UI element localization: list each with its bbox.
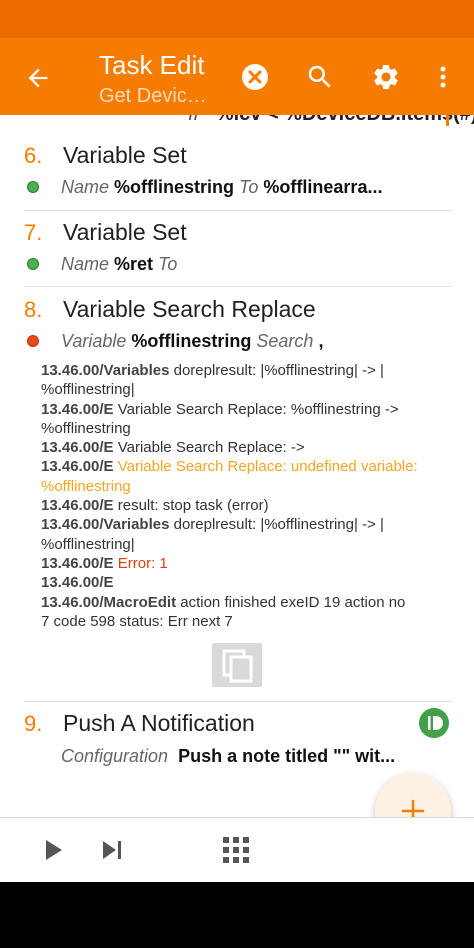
action-list[interactable]: If %lcv < %DeviceDB.items(#) 6. Variable… xyxy=(0,115,474,817)
action-name: Variable Set xyxy=(63,219,187,245)
page-subtitle: Get Devic… xyxy=(99,85,207,107)
settings-gear-icon[interactable] xyxy=(371,62,401,92)
bottom-toolbar xyxy=(0,817,474,883)
partial-condition-line: If %lcv < %DeviceDB.items(#) xyxy=(188,115,474,126)
status-dot xyxy=(27,181,39,193)
play-icon[interactable] xyxy=(40,837,66,863)
action-number: 9. xyxy=(24,711,43,736)
log-line: 13.46.00/Variables doreplresult: |%offli… xyxy=(41,362,384,379)
log-line: %offlinestring| xyxy=(41,535,135,553)
log-line: 13.46.00/E xyxy=(41,574,114,592)
cancel-icon[interactable] xyxy=(240,62,270,92)
pushbullet-d-icon xyxy=(419,708,449,738)
action-args: Name %ret To xyxy=(61,254,178,274)
action-number: 6. xyxy=(24,143,43,168)
action-args: Variable %offlinestring Search , xyxy=(61,331,324,351)
block-indicator xyxy=(446,115,449,126)
more-vert-icon[interactable] xyxy=(428,62,458,92)
log-line: 7 code 598 status: Err next 7 xyxy=(41,612,233,630)
error-log: 13.46.00/Variables doreplresult: |%offli… xyxy=(41,361,461,631)
log-line: 13.46.00/E Variable Search Replace: %off… xyxy=(41,400,399,418)
status-dot xyxy=(27,335,39,347)
status-bar xyxy=(0,0,474,38)
log-line: 13.46.00/E result: stop task (error) xyxy=(41,497,269,515)
action-args: Configuration Push a note titled "" wit.… xyxy=(61,746,396,766)
divider xyxy=(24,286,452,287)
divider xyxy=(24,210,452,211)
copy-log-button[interactable] xyxy=(212,643,262,687)
log-line: %offlinestring xyxy=(41,477,131,495)
log-line: 13.46.00/E Variable Search Replace: unde… xyxy=(41,458,418,476)
log-line: %offlinestring xyxy=(41,419,131,437)
action-number: 7. xyxy=(24,220,43,245)
status-dot xyxy=(27,258,39,270)
copy-icon xyxy=(222,649,253,683)
action-number: 8. xyxy=(24,297,43,322)
log-line: 13.46.00/E Variable Search Replace: -> xyxy=(41,439,305,457)
step-icon[interactable] xyxy=(99,837,125,863)
divider xyxy=(24,701,452,702)
action-name: Variable Set xyxy=(63,142,187,168)
action-name: Push A Notification xyxy=(63,710,255,736)
log-line: 13.46.00/E Error: 1 xyxy=(41,554,168,572)
log-line: 13.46.00/Variables doreplresult: |%offli… xyxy=(41,516,384,534)
action-name: Variable Search Replace xyxy=(63,296,316,322)
back-arrow-icon[interactable] xyxy=(24,64,52,92)
log-line: %offlinestring| xyxy=(41,381,135,399)
log-line: 13.46.00/MacroEdit action finished exeID… xyxy=(41,593,406,611)
app-bar: Task Edit Get Devic… xyxy=(0,38,474,115)
action-args: Name %offlinestring To %offlinearra... xyxy=(61,177,383,197)
system-nav-bar xyxy=(0,882,474,948)
page-title: Task Edit xyxy=(99,50,205,80)
search-icon[interactable] xyxy=(305,62,335,92)
apps-grid-icon[interactable] xyxy=(222,836,250,864)
